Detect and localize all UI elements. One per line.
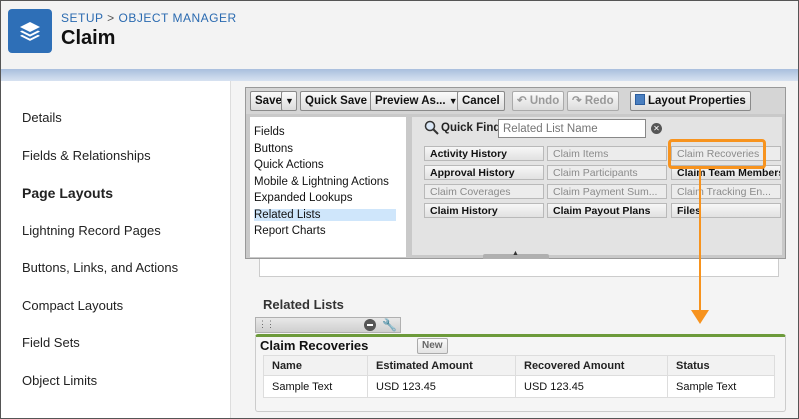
layout-properties-button[interactable]: Layout Properties	[630, 91, 751, 111]
table-header-row: Name Estimated Amount Recovered Amount S…	[263, 355, 775, 376]
category-report-charts[interactable]: Report Charts	[254, 225, 326, 237]
chip-claim-coverages[interactable]: Claim Coverages	[424, 184, 544, 199]
layout-properties-label: Layout Properties	[648, 95, 746, 107]
category-quick-actions[interactable]: Quick Actions	[254, 159, 324, 171]
remove-icon[interactable]	[364, 319, 376, 331]
chip-claim-payout-plans[interactable]: Claim Payout Plans	[547, 203, 667, 218]
nav-item-details[interactable]: Details	[22, 110, 62, 125]
page-header: SETUP > OBJECT MANAGER Claim	[1, 1, 798, 69]
page-title: Claim	[61, 27, 116, 49]
breadcrumb-setup[interactable]: SETUP	[61, 11, 103, 25]
related-list-title: Claim Recoveries	[260, 338, 369, 353]
cancel-button[interactable]: Cancel	[457, 91, 505, 111]
quick-find-input[interactable]	[498, 119, 646, 138]
nav-item-buttons-links-actions[interactable]: Buttons, Links, and Actions	[22, 260, 178, 275]
undo-icon: ↶	[517, 95, 527, 107]
chip-claim-history[interactable]: Claim History	[424, 203, 544, 218]
header-divider	[1, 69, 798, 81]
category-related-lists[interactable]: Related Lists	[254, 209, 396, 221]
related-lists-heading: Related Lists	[263, 297, 344, 312]
nav-item-field-sets[interactable]: Field Sets	[22, 335, 80, 350]
cell-name: Sample Text	[263, 375, 368, 398]
related-list-drag-handle[interactable]: ⋮⋮	[255, 317, 401, 333]
breadcrumb-separator: >	[107, 11, 115, 25]
category-fields[interactable]: Fields	[254, 126, 285, 138]
chip-claim-items[interactable]: Claim Items	[547, 146, 667, 161]
preview-as-button[interactable]: Preview As... ▼	[370, 91, 463, 111]
layout-canvas-section	[259, 259, 779, 277]
stack-layers-icon	[8, 9, 52, 53]
undo-button[interactable]: ↶ Undo	[512, 91, 565, 111]
chip-files[interactable]: Files	[671, 203, 781, 218]
chip-approval-history[interactable]: Approval History	[424, 165, 544, 180]
layout-properties-icon	[635, 94, 645, 105]
callout-arrow-line	[699, 169, 701, 312]
palette-category-list: Fields Buttons Quick Actions Mobile & Li…	[250, 117, 406, 257]
breadcrumb: SETUP > OBJECT MANAGER	[61, 11, 237, 25]
nav-item-page-layouts[interactable]: Page Layouts	[22, 185, 113, 201]
redo-button[interactable]: ↷ Redo	[567, 91, 619, 111]
cell-recovered-amount: USD 123.45	[515, 375, 668, 398]
caret-up-icon: ▲	[512, 250, 519, 257]
caret-down-icon: ▼	[285, 96, 294, 106]
quick-save-button[interactable]: Quick Save	[300, 91, 373, 111]
clear-search-icon[interactable]: ✕	[651, 123, 662, 134]
undo-label: Undo	[529, 95, 560, 107]
chip-claim-tracking-entries[interactable]: Claim Tracking En...	[671, 184, 781, 199]
chip-claim-participants[interactable]: Claim Participants	[547, 165, 667, 180]
cell-estimated-amount: USD 123.45	[367, 375, 516, 398]
left-navigation: Details Fields & Relationships Page Layo…	[1, 81, 231, 418]
column-header-status: Status	[667, 355, 775, 376]
chip-activity-history[interactable]: Activity History	[424, 146, 544, 161]
nav-item-compact-layouts[interactable]: Compact Layouts	[22, 298, 123, 313]
new-button[interactable]: New	[417, 338, 448, 354]
redo-icon: ↷	[572, 95, 582, 107]
column-header-recovered-amount: Recovered Amount	[515, 355, 668, 376]
nav-item-lightning-record-pages[interactable]: Lightning Record Pages	[22, 223, 161, 238]
breadcrumb-object-manager[interactable]: OBJECT MANAGER	[119, 11, 237, 25]
category-mobile-lightning-actions[interactable]: Mobile & Lightning Actions	[254, 176, 389, 188]
wrench-icon[interactable]: 🔧	[382, 318, 397, 332]
category-buttons[interactable]: Buttons	[254, 143, 293, 155]
nav-item-object-limits[interactable]: Object Limits	[22, 373, 97, 388]
chip-claim-payment-summaries[interactable]: Claim Payment Sum...	[547, 184, 667, 199]
highlight-box	[668, 139, 766, 169]
editor-toolbar: Save ▼ Quick Save Preview As... ▼ Cancel…	[246, 88, 785, 114]
quick-find-label: Quick Find	[441, 122, 501, 134]
column-header-estimated-amount: Estimated Amount	[367, 355, 516, 376]
category-expanded-lookups[interactable]: Expanded Lookups	[254, 192, 352, 204]
save-dropdown-button[interactable]: ▼	[281, 91, 297, 111]
grip-icon: ⋮⋮	[258, 319, 275, 329]
save-label: Save	[255, 95, 282, 107]
redo-label: Redo	[584, 95, 614, 107]
arrow-down-icon	[691, 310, 709, 324]
related-list-table: Name Estimated Amount Recovered Amount S…	[263, 355, 775, 398]
table-row: Sample Text USD 123.45 USD 123.45 Sample…	[263, 375, 775, 398]
cell-status: Sample Text	[667, 375, 775, 398]
magnifier-icon	[424, 120, 439, 140]
setup-window: SETUP > OBJECT MANAGER Claim Details Fie…	[0, 0, 799, 419]
preview-as-label: Preview As...	[375, 95, 446, 107]
column-header-name: Name	[263, 355, 368, 376]
nav-item-fields-relationships[interactable]: Fields & Relationships	[22, 148, 151, 163]
